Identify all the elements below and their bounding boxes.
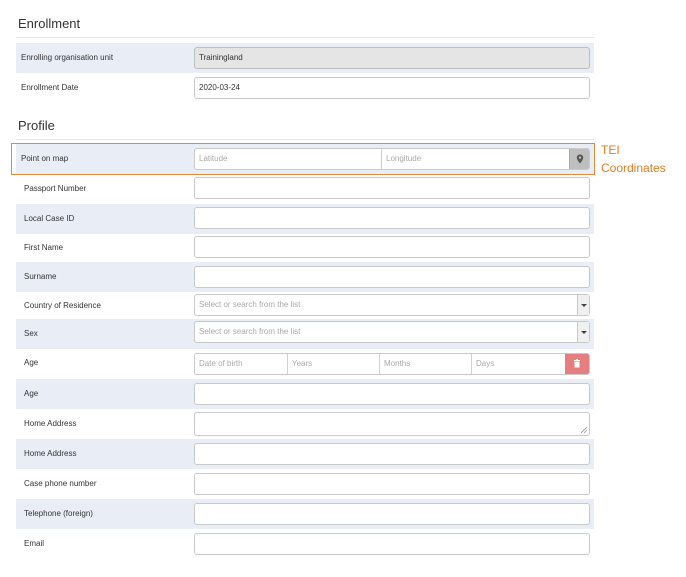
case-phone-label: Case phone number	[24, 479, 97, 488]
age-input-group: Date of birth Years Months Days	[194, 353, 590, 375]
caret-down-icon	[581, 304, 587, 307]
months-input[interactable]: Months	[380, 354, 472, 374]
email-label: Email	[24, 539, 45, 548]
enrollment-date-row: Enrollment Date 2020-03-24	[16, 73, 594, 103]
country-placeholder: Select or search from the list	[199, 300, 301, 309]
passport-number-input[interactable]	[194, 177, 590, 199]
resize-handle-icon[interactable]	[581, 427, 587, 433]
case-phone-row: Case phone number	[16, 469, 594, 499]
telephone-foreign-label: Telephone (foreign)	[24, 509, 93, 518]
home-address-row: Home Address	[16, 409, 594, 439]
tei-coordinates-annotation: TEI Coordinates	[601, 141, 685, 177]
local-case-id-input[interactable]	[194, 207, 590, 229]
days-input[interactable]: Days	[472, 354, 565, 374]
org-unit-row: Enrolling organisation unit Trainingland	[16, 43, 594, 73]
age-row: Age Date of birth Years Months Days	[16, 348, 594, 378]
telephone-foreign-row: Telephone (foreign)	[16, 499, 594, 529]
first-name-label: First Name	[24, 243, 64, 252]
local-case-id-label: Local Case ID	[24, 214, 75, 223]
surname-input[interactable]	[194, 266, 590, 288]
sex-dropdown-toggle[interactable]	[577, 322, 589, 342]
passport-number-label: Passport Number	[24, 184, 87, 193]
case-phone-input[interactable]	[194, 473, 590, 495]
clear-age-button[interactable]	[565, 354, 589, 374]
caret-down-icon	[581, 331, 587, 334]
email-row: Email	[16, 529, 594, 559]
home-address-2-input[interactable]	[194, 443, 590, 465]
profile-divider	[16, 139, 594, 140]
first-name-input[interactable]	[194, 236, 590, 258]
country-label: Country of Residence	[24, 301, 101, 310]
sex-row: Sex Select or search from the list	[16, 319, 594, 349]
passport-number-row: Passport Number	[16, 174, 594, 204]
age-2-row: Age	[16, 379, 594, 409]
annotation-line-2: Coordinates	[601, 161, 666, 175]
surname-label: Surname	[24, 272, 57, 281]
country-dropdown-toggle[interactable]	[577, 295, 589, 315]
first-name-row: First Name	[16, 233, 594, 263]
sex-placeholder: Select or search from the list	[199, 327, 301, 336]
home-address-label: Home Address	[24, 419, 77, 428]
home-address-textarea[interactable]	[194, 412, 590, 436]
years-input[interactable]: Years	[288, 354, 380, 374]
home-address-2-row: Home Address	[16, 439, 594, 469]
country-select[interactable]: Select or search from the list	[194, 294, 590, 316]
age-2-input[interactable]	[194, 383, 590, 405]
date-of-birth-input[interactable]: Date of birth	[195, 354, 288, 374]
enrollment-date-label: Enrollment Date	[21, 83, 79, 92]
tei-coordinates-highlight	[11, 143, 595, 175]
org-unit-field: Trainingland	[194, 47, 590, 69]
local-case-id-row: Local Case ID	[16, 204, 594, 234]
age-label: Age	[24, 358, 39, 367]
email-input[interactable]	[194, 533, 590, 555]
sex-select[interactable]: Select or search from the list	[194, 321, 590, 343]
org-unit-label: Enrolling organisation unit	[21, 53, 114, 62]
profile-title: Profile	[18, 118, 55, 133]
telephone-foreign-input[interactable]	[194, 503, 590, 525]
trash-icon	[574, 359, 580, 368]
enrollment-title: Enrollment	[18, 16, 81, 31]
country-row: Country of Residence Select or search fr…	[16, 291, 594, 321]
enrollment-divider	[16, 37, 594, 38]
age-2-label: Age	[24, 389, 39, 398]
surname-row: Surname	[16, 262, 594, 292]
annotation-line-1: TEI	[601, 143, 620, 157]
home-address-2-label: Home Address	[24, 449, 77, 458]
sex-label: Sex	[24, 329, 38, 338]
enrollment-date-field[interactable]: 2020-03-24	[194, 77, 590, 99]
